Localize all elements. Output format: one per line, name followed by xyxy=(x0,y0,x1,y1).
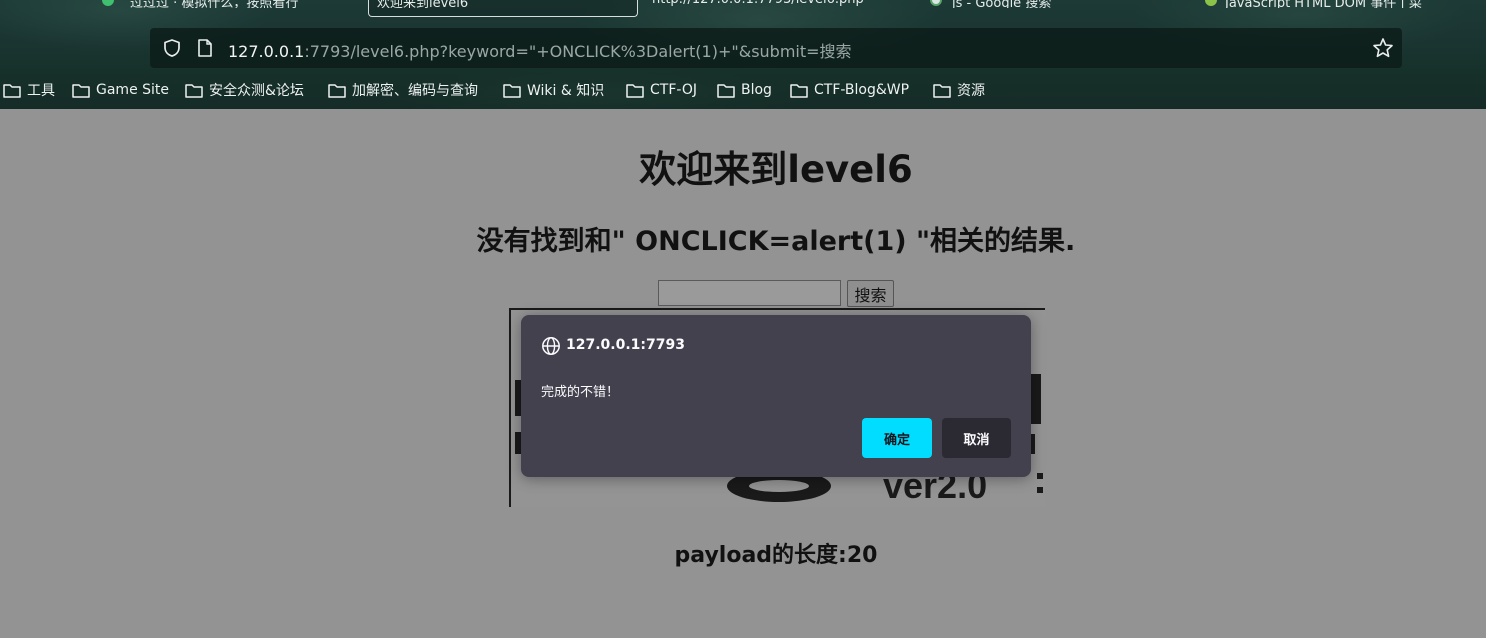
dialog-message: 完成的不错！ xyxy=(541,385,620,400)
folder-icon xyxy=(328,83,346,98)
folder-icon xyxy=(790,83,808,98)
ok-button[interactable]: 确定 xyxy=(862,418,932,458)
dialog-origin: 127.0.0.1:7793 xyxy=(566,337,685,353)
bookmark-label: 工具 xyxy=(27,83,55,99)
bookmark-label: CTF-OJ xyxy=(650,82,697,98)
bookmark-folder-resources[interactable]: 资源 xyxy=(933,78,985,102)
address-bar[interactable]: 127.0.0.1:7793/level6.php?keyword="+ONCL… xyxy=(150,28,1402,68)
bookmark-label: 安全众测&论坛 xyxy=(209,83,304,99)
folder-icon xyxy=(185,83,203,98)
url-host: 127.0.0.1 xyxy=(228,42,305,61)
bookmark-folder-wiki[interactable]: Wiki & 知识 xyxy=(503,78,604,102)
tab-active-label: 欢迎来到level6 xyxy=(377,0,469,8)
bookmark-label: Wiki & 知识 xyxy=(527,83,605,99)
folder-icon xyxy=(503,83,521,98)
tab-label[interactable]: 过过过 · 模拟什么，按照看行 xyxy=(130,0,330,8)
folder-icon xyxy=(3,83,21,98)
cancel-button[interactable]: 取消 xyxy=(942,418,1011,458)
tab-label[interactable]: js - Google 搜索 xyxy=(952,0,1152,8)
page-title: 欢迎来到level6 xyxy=(639,148,913,191)
bookmark-folder-ctf-oj[interactable]: CTF-OJ xyxy=(626,78,697,102)
folder-icon xyxy=(933,83,951,98)
bookmarks-bar: 工具 Game Site 安全众测&论坛 加解密、编码与查询 Wiki & 知识… xyxy=(0,78,1486,102)
url-path: :7793/level6.php?keyword="+ONCLICK%3Dale… xyxy=(304,42,852,61)
bookmark-label: CTF-Blog&WP xyxy=(814,82,910,98)
browser-chrome: 过过过 · 模拟什么，按照看行 欢迎来到level6 http://127.0.… xyxy=(0,0,1486,109)
payload-length: payload的长度:20 xyxy=(674,543,878,568)
tab-favicon xyxy=(102,0,114,6)
bookmark-folder-ctf-blog[interactable]: CTF-Blog&WP xyxy=(790,78,909,102)
bookmark-folder-crypto[interactable]: 加解密、编码与查询 xyxy=(328,78,478,102)
tab-label[interactable]: http://127.0.0.1:7793/level6.php xyxy=(652,0,882,8)
url-text[interactable]: 127.0.0.1:7793/level6.php?keyword="+ONCL… xyxy=(228,38,852,62)
page-icon xyxy=(198,39,212,57)
search-button[interactable]: 搜索 xyxy=(847,280,894,307)
folder-icon xyxy=(626,83,644,98)
tab-active[interactable]: 欢迎来到level6 xyxy=(368,0,638,17)
folder-icon xyxy=(717,83,735,98)
search-result-heading: 没有找到和" ONCLICK=alert(1) "相关的结果. xyxy=(476,226,1076,257)
bookmark-label: Blog xyxy=(741,82,772,98)
tab-label[interactable]: JavaScript HTML DOM 事件 | 菜 xyxy=(1225,0,1440,8)
tab-favicon xyxy=(930,0,942,6)
alert-dialog: 127.0.0.1:7793 完成的不错！ 确定 取消 xyxy=(521,315,1031,477)
bookmark-folder-tools[interactable]: 工具 xyxy=(3,78,55,102)
tab-favicon xyxy=(1205,0,1217,6)
bookmark-label: Game Site xyxy=(96,82,170,98)
bookmark-star-icon[interactable] xyxy=(1372,37,1394,59)
bookmark-label: 加解密、编码与查询 xyxy=(352,83,478,99)
search-input[interactable] xyxy=(658,280,841,306)
bookmark-folder-security[interactable]: 安全众测&论坛 xyxy=(185,78,304,102)
shield-icon[interactable] xyxy=(162,38,182,58)
folder-icon xyxy=(72,83,90,98)
bookmark-label: 资源 xyxy=(957,83,985,99)
bookmark-folder-game-site[interactable]: Game Site xyxy=(72,78,169,102)
bookmark-folder-blog[interactable]: Blog xyxy=(717,78,772,102)
globe-icon xyxy=(542,337,560,355)
tab-strip: 过过过 · 模拟什么，按照看行 欢迎来到level6 http://127.0.… xyxy=(0,0,1486,18)
